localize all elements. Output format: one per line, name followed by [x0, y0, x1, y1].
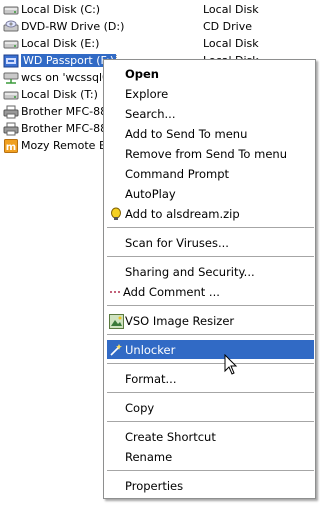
- menu-item-label: Sharing and Security...: [125, 264, 255, 279]
- vso-resizer-icon: [108, 313, 124, 329]
- menu-item-label: Search...: [125, 106, 176, 121]
- drive-row-c[interactable]: Local Disk (C:) Local Disk: [0, 1, 316, 18]
- menu-item-label: AutoPlay: [125, 186, 176, 201]
- menu-item-label: Unlocker: [125, 342, 176, 357]
- dots-icon: [108, 284, 124, 300]
- menu-separator: [107, 305, 314, 306]
- menu-item-properties[interactable]: Properties: [107, 476, 314, 495]
- drive-name: DVD-RW Drive (D:): [21, 20, 125, 33]
- menu-separator: [107, 421, 314, 422]
- menu-separator: [107, 334, 314, 335]
- menu-item-label: Add to alsdream.zip: [125, 206, 240, 221]
- printer-icon: [3, 122, 19, 136]
- menu-item-open[interactable]: Open: [107, 64, 314, 83]
- menu-item-label: Scan for Viruses...: [125, 235, 229, 250]
- hard-drive-icon: [3, 37, 19, 51]
- hard-drive-icon: [3, 3, 19, 17]
- menu-item-sharing-security[interactable]: Sharing and Security...: [107, 262, 314, 281]
- menu-item-label: Rename: [125, 449, 173, 464]
- menu-separator: [107, 392, 314, 393]
- menu-item-search[interactable]: Search...: [107, 104, 314, 123]
- magic-wand-icon: [108, 342, 124, 358]
- menu-separator: [107, 470, 314, 471]
- mozy-icon: m: [3, 138, 19, 153]
- printer-icon: [3, 105, 19, 119]
- menu-item-label: Format...: [125, 371, 177, 386]
- menu-item-unlocker[interactable]: Unlocker: [107, 340, 314, 359]
- menu-item-label: Properties: [125, 478, 184, 493]
- selected-name-box: WD Passport (F:): [21, 54, 117, 67]
- menu-item-format[interactable]: Format...: [107, 369, 314, 388]
- dvd-drive-icon: [3, 20, 19, 34]
- drive-row-d[interactable]: DVD-RW Drive (D:) CD Drive: [0, 18, 316, 35]
- menu-item-label: VSO Image Resizer: [125, 313, 235, 328]
- screen: Local Disk (C:) Local Disk DVD-RW Drive …: [0, 0, 316, 515]
- menu-item-label: Create Shortcut: [125, 429, 216, 444]
- menu-item-copy[interactable]: Copy: [107, 398, 314, 417]
- menu-separator: [107, 363, 314, 364]
- drive-row-e[interactable]: Local Disk (E:) Local Disk: [0, 35, 316, 52]
- zip-archive-icon: [108, 206, 124, 222]
- drive-type: Local Disk: [203, 37, 259, 50]
- menu-item-label: Add to Send To menu: [125, 126, 248, 141]
- menu-item-scan-viruses[interactable]: Scan for Viruses...: [107, 233, 314, 252]
- menu-item-command-prompt[interactable]: Command Prompt: [107, 164, 314, 183]
- menu-item-label: Open: [125, 66, 159, 81]
- context-menu: Open Explore Search... Add to Send To me…: [103, 59, 316, 499]
- menu-item-vso-image-resizer[interactable]: VSO Image Resizer: [107, 311, 314, 330]
- menu-item-label: Copy: [125, 400, 155, 415]
- drive-type: Local Disk: [203, 3, 259, 16]
- menu-item-add-comment[interactable]: Add Comment ...: [107, 282, 314, 301]
- menu-item-autoplay[interactable]: AutoPlay: [107, 184, 314, 203]
- mouse-pointer-icon: [224, 354, 238, 375]
- menu-item-explore[interactable]: Explore: [107, 84, 314, 103]
- network-drive-icon: [3, 71, 19, 85]
- menu-item-label: Explore: [125, 86, 169, 101]
- menu-item-remove-send-to[interactable]: Remove from Send To menu: [107, 144, 314, 163]
- svg-text:m: m: [6, 142, 16, 153]
- menu-item-add-to-zip[interactable]: Add to alsdream.zip: [107, 204, 314, 223]
- hard-drive-icon: [3, 88, 19, 102]
- drive-name: Local Disk (E:): [21, 37, 100, 50]
- menu-item-create-shortcut[interactable]: Create Shortcut: [107, 427, 314, 446]
- menu-item-label: Remove from Send To menu: [125, 146, 287, 161]
- menu-separator: [107, 227, 314, 228]
- drive-name: Local Disk (C:): [21, 3, 101, 16]
- drive-type: CD Drive: [203, 20, 252, 33]
- menu-item-label: Add Comment ...: [123, 284, 220, 299]
- menu-item-rename[interactable]: Rename: [107, 447, 314, 466]
- usb-drive-icon: [3, 54, 19, 68]
- menu-item-label: Command Prompt: [125, 166, 230, 181]
- menu-separator: [107, 256, 314, 257]
- menu-item-add-send-to[interactable]: Add to Send To menu: [107, 124, 314, 143]
